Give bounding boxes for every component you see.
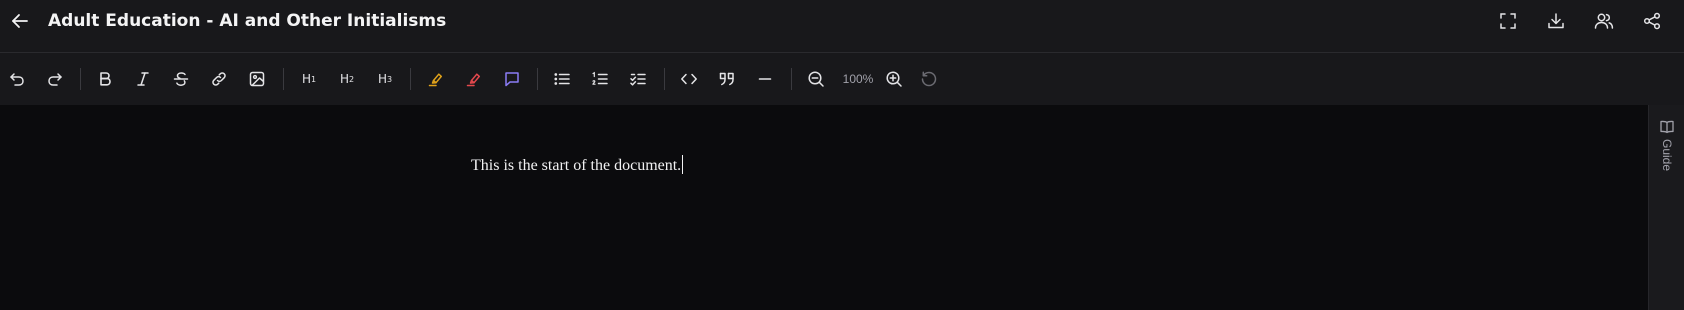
zoom-level: 100% xyxy=(842,72,874,86)
document-title: Adult Education - AI and Other Initialis… xyxy=(48,11,447,31)
strikethrough-button[interactable] xyxy=(168,66,194,92)
heading-1-button[interactable]: H1 xyxy=(296,66,322,92)
heading-3-level: 3 xyxy=(386,74,393,84)
users-icon xyxy=(1594,13,1614,29)
toolbar-divider xyxy=(283,68,284,90)
text-caret xyxy=(682,155,684,174)
minus-icon xyxy=(758,78,772,80)
toolbar-divider xyxy=(410,68,411,90)
zoom-in-icon xyxy=(886,71,902,87)
toolbar-divider xyxy=(80,68,81,90)
horizontal-rule-button[interactable] xyxy=(752,66,778,92)
highlighter-icon xyxy=(428,73,443,87)
link-button[interactable] xyxy=(206,66,232,92)
download-button[interactable] xyxy=(1543,8,1569,34)
share-button[interactable] xyxy=(1639,8,1665,34)
share-icon xyxy=(1643,12,1661,30)
heading-1-label: H xyxy=(301,72,311,86)
formatting-toolbar: H1 H2 H3 100% xyxy=(0,53,1684,105)
heading-2-label: H xyxy=(339,72,349,86)
comment-icon xyxy=(505,72,519,87)
document-editor[interactable]: This is the start of the document. xyxy=(0,105,1648,310)
highlight-red-button[interactable] xyxy=(461,66,487,92)
toolbar-divider xyxy=(664,68,665,90)
heading-1-level: 1 xyxy=(310,74,317,84)
document-text: This is the start of the document. xyxy=(471,157,682,174)
italic-button[interactable] xyxy=(130,66,156,92)
heading-3-label: H xyxy=(377,72,387,86)
numbered-list-button[interactable] xyxy=(587,66,613,92)
numbered-list-icon xyxy=(592,71,608,85)
fullscreen-icon xyxy=(1500,13,1516,29)
redo-button[interactable] xyxy=(42,66,68,92)
download-icon xyxy=(1548,13,1564,29)
bold-button[interactable] xyxy=(92,66,118,92)
highlight-yellow-button[interactable] xyxy=(423,66,449,92)
quote-button[interactable] xyxy=(714,66,740,92)
highlighter-icon xyxy=(466,73,481,87)
link-icon xyxy=(212,72,226,86)
toolbar-divider xyxy=(537,68,538,90)
strikethrough-icon xyxy=(173,72,189,86)
zoom-in-button[interactable] xyxy=(881,66,907,92)
italic-icon xyxy=(137,72,149,86)
image-button[interactable] xyxy=(244,66,270,92)
guide-label: Guide xyxy=(1660,139,1674,172)
editor-app: Adult Education - AI and Other Initialis… xyxy=(0,0,1684,310)
guide-button[interactable]: Guide xyxy=(1649,113,1684,173)
checklist-button[interactable] xyxy=(625,66,651,92)
undo-icon xyxy=(10,73,24,86)
arrow-left-icon xyxy=(12,14,28,28)
undo-button[interactable] xyxy=(4,66,30,92)
toolbar-divider xyxy=(791,68,792,90)
side-panel: Guide xyxy=(1648,105,1684,310)
code-button[interactable] xyxy=(676,66,702,92)
image-icon xyxy=(249,71,265,87)
redo-icon xyxy=(48,73,62,86)
checklist-icon xyxy=(630,73,646,86)
heading-2-level: 2 xyxy=(348,74,355,84)
top-header: Adult Education - AI and Other Initialis… xyxy=(0,0,1684,53)
bullet-list-icon xyxy=(554,73,570,85)
back-button[interactable] xyxy=(8,9,32,33)
reset-zoom-button[interactable] xyxy=(916,66,942,92)
comment-button[interactable] xyxy=(499,66,525,92)
code-icon xyxy=(681,73,697,85)
quote-icon xyxy=(719,72,734,86)
book-open-icon xyxy=(1660,120,1674,134)
collaborators-button[interactable] xyxy=(1591,8,1617,34)
zoom-out-icon xyxy=(808,71,824,87)
document-paragraph[interactable]: This is the start of the document. xyxy=(471,155,684,176)
heading-3-button[interactable]: H3 xyxy=(372,66,398,92)
rotate-ccw-icon xyxy=(921,71,937,87)
bold-icon xyxy=(100,72,111,86)
bullet-list-button[interactable] xyxy=(549,66,575,92)
fullscreen-button[interactable] xyxy=(1495,8,1521,34)
zoom-out-button[interactable] xyxy=(803,66,829,92)
heading-2-button[interactable]: H2 xyxy=(334,66,360,92)
